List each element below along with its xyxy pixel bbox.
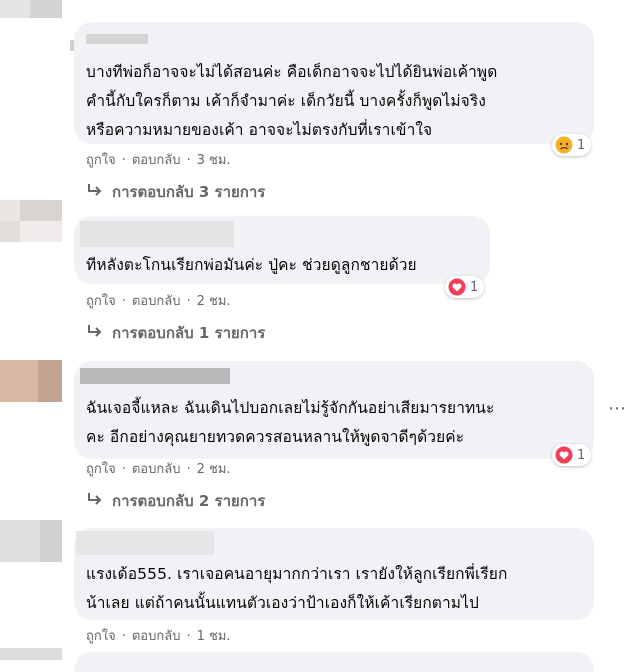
separator: · xyxy=(121,153,126,168)
more-options-icon[interactable]: ⋯ xyxy=(608,398,627,419)
replies-count-label: การตอบกลับ 2 รายการ xyxy=(112,492,266,510)
view-replies-link[interactable]: การตอบกลับ 1 รายการ xyxy=(86,321,265,345)
like-link[interactable]: ถูกใจ xyxy=(86,294,116,309)
timestamp[interactable]: 3 ชม. xyxy=(197,153,231,168)
like-link[interactable]: ถูกใจ xyxy=(86,629,116,644)
separator: · xyxy=(121,294,126,309)
comment-text-line: คำนี้กับใครก็ตาม เค้าก็จำมาค่ะ เด็กวัยนี… xyxy=(86,92,486,110)
comment-text-line: หรือความหมายของเค้า อาจจะไม่ตรงกับที่เรา… xyxy=(86,121,433,139)
separator: · xyxy=(186,153,191,168)
comment-bubble xyxy=(74,652,594,672)
comment-actions: ถูกใจ · ตอบกลับ · 3 ชม. xyxy=(86,149,231,170)
avatar[interactable] xyxy=(0,360,62,402)
author-name-blurred[interactable] xyxy=(86,34,148,44)
timestamp[interactable]: 2 ชม. xyxy=(197,462,231,477)
author-name-blurred[interactable] xyxy=(80,221,234,247)
author-name-blurred[interactable] xyxy=(76,531,214,555)
avatar[interactable] xyxy=(0,200,62,242)
heart-icon xyxy=(448,278,466,296)
comment-text-line: แรงเด้อ555. เราเจอคนอายุมากกว่าเรา เรายั… xyxy=(86,565,508,583)
avatar[interactable] xyxy=(0,648,62,660)
comment-actions: ถูกใจ · ตอบกลับ · 2 ชม. xyxy=(86,458,231,479)
replies-count-label: การตอบกลับ 1 รายการ xyxy=(112,324,266,342)
reaction-count: 1 xyxy=(577,447,586,463)
like-link[interactable]: ถูกใจ xyxy=(86,153,116,168)
reply-arrow-icon xyxy=(88,325,102,337)
separator: · xyxy=(186,294,191,309)
reply-link[interactable]: ตอบกลับ xyxy=(132,294,181,309)
reply-arrow-icon xyxy=(88,493,102,505)
timestamp[interactable]: 2 ชม. xyxy=(197,294,231,309)
reaction-badge[interactable]: 1 xyxy=(552,444,592,466)
reply-arrow-icon xyxy=(88,184,102,196)
heart-icon xyxy=(555,446,573,464)
separator: · xyxy=(121,462,126,477)
reply-link[interactable]: ตอบกลับ xyxy=(132,153,181,168)
comment-actions: ถูกใจ · ตอบกลับ · 2 ชม. xyxy=(86,290,231,311)
comment-text-line: ทีหลังตะโกนเรียกพ่อมันค่ะ ปู่คะ ช่วยดูลู… xyxy=(86,256,417,274)
separator: · xyxy=(121,629,126,644)
like-link[interactable]: ถูกใจ xyxy=(86,462,116,477)
comment-text-line: น้าเลย แต่ถ้าคนนั้นแทนตัวเองว่าป้าเองก็ใ… xyxy=(86,594,479,612)
view-replies-link[interactable]: การตอบกลับ 3 รายการ xyxy=(86,180,265,204)
author-name-blurred[interactable] xyxy=(80,368,230,384)
reaction-badge[interactable]: 1 xyxy=(552,134,592,156)
replies-count-label: การตอบกลับ 3 รายการ xyxy=(112,183,266,201)
avatar[interactable] xyxy=(0,0,62,18)
separator: · xyxy=(186,462,191,477)
comment-text-line: ฉันเจอจี้แหละ ฉันเดินไปบอกเลยไม่รู้จักกั… xyxy=(86,399,495,417)
reply-link[interactable]: ตอบกลับ xyxy=(132,462,181,477)
separator: · xyxy=(186,629,191,644)
reply-link[interactable]: ตอบกลับ xyxy=(132,629,181,644)
sad-emoji-icon xyxy=(555,136,573,154)
comment-text-line: บางทีพ่อก็อาจจะไม่ได้สอนค่ะ คือเด็กอาจจะ… xyxy=(86,63,498,81)
reaction-count: 1 xyxy=(470,279,479,295)
timestamp[interactable]: 1 ชม. xyxy=(197,629,231,644)
comment-text-line: คะ อีกอย่างคุณยายทวดควรสอนหลานให้พูดจาดี… xyxy=(86,428,465,446)
reaction-count: 1 xyxy=(577,137,586,153)
view-replies-link[interactable]: การตอบกลับ 2 รายการ xyxy=(86,489,265,513)
avatar[interactable] xyxy=(0,520,62,562)
reaction-badge[interactable]: 1 xyxy=(445,276,485,298)
comment-actions: ถูกใจ · ตอบกลับ · 1 ชม. xyxy=(86,625,231,646)
